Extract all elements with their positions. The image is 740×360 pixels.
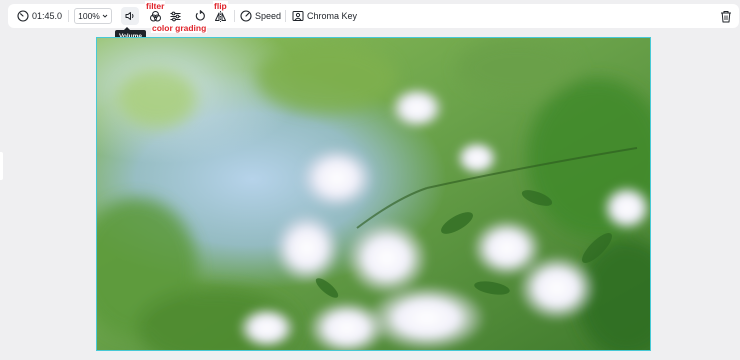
annotation-color-grading: color grading (151, 23, 208, 33)
volume-icon (124, 10, 136, 22)
video-canvas[interactable] (96, 37, 651, 351)
chroma-key-label: Chroma Key (307, 11, 358, 21)
chevron-down-icon (102, 13, 108, 19)
clock-icon (17, 10, 29, 22)
rotate-icon (194, 10, 206, 22)
annotation-filter: filter (145, 1, 166, 11)
speed-button[interactable]: Speed (240, 4, 281, 28)
divider (285, 10, 286, 22)
flip-icon (214, 10, 227, 23)
annotation-flip: flip (213, 1, 228, 11)
delete-button[interactable] (720, 4, 732, 28)
divider (68, 10, 69, 22)
video-frame (97, 38, 650, 350)
speed-label: Speed (255, 11, 282, 21)
duration-display: 01:45.0 (17, 4, 62, 28)
speed-icon (240, 10, 252, 22)
toolbar: 01:45.0 100% Speed Chroma Key (8, 4, 739, 28)
panel-handle[interactable] (0, 152, 3, 180)
chroma-key-icon (292, 10, 304, 22)
duration-text: 01:45.0 (32, 11, 63, 21)
color-grading-icon (169, 10, 182, 23)
volume-button[interactable] (124, 4, 136, 28)
trash-icon (720, 10, 732, 23)
zoom-value: 100% (78, 11, 100, 21)
filter-icon (149, 10, 162, 23)
divider (234, 10, 235, 22)
zoom-select[interactable]: 100% (74, 8, 112, 24)
chroma-key-button[interactable]: Chroma Key (292, 4, 357, 28)
